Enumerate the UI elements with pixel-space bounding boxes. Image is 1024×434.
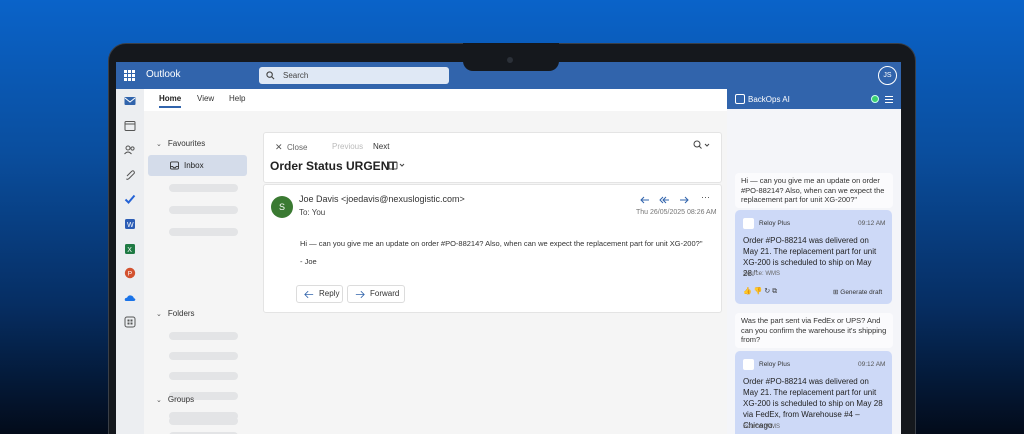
reply-icon[interactable]: [639, 194, 651, 206]
search-box[interactable]: [259, 67, 449, 84]
close-icon: ✕: [275, 142, 283, 152]
favourites-label: Favourites: [167, 139, 206, 148]
word-icon[interactable]: W: [124, 218, 136, 230]
ai-source: Source: WMS: [743, 271, 781, 277]
ai-name: Reloy Plus: [759, 361, 791, 368]
ai-response-text: Order #PO-88214 was delivered on May 21.…: [743, 377, 883, 430]
apps-icon[interactable]: [124, 316, 136, 328]
svg-text:W: W: [127, 222, 134, 229]
assistant-header: BackOps AI: [727, 89, 901, 109]
powerpoint-icon[interactable]: P: [124, 267, 136, 279]
message-header-card: ✕ Close Previous Next: [263, 132, 722, 183]
folders-header[interactable]: ⌄ Folders: [156, 309, 195, 318]
backops-logo-icon: [735, 94, 745, 104]
reply-label: Reply: [319, 289, 340, 298]
forward-icon: [355, 290, 365, 299]
groups-label: Groups: [167, 395, 195, 404]
search-input[interactable]: [283, 69, 433, 82]
tab-help[interactable]: Help: [229, 94, 245, 103]
app-title: Outlook: [146, 69, 181, 80]
ribbon-tabs: Home View Help: [144, 89, 727, 111]
message-body: Hi — can you give me an update on order …: [300, 239, 703, 248]
folder-placeholder: [169, 417, 238, 425]
generate-draft-button[interactable]: ⊞ Generate draft: [833, 288, 882, 296]
search-icon: [266, 71, 275, 80]
copy-icon[interactable]: ⧉: [772, 288, 777, 295]
svg-text:P: P: [128, 271, 132, 278]
inbox-label: Inbox: [184, 161, 204, 170]
app-rail: W X P: [116, 89, 144, 434]
todo-icon[interactable]: [124, 193, 136, 205]
refresh-icon[interactable]: ↻: [764, 288, 770, 295]
mail-icon[interactable]: [124, 95, 136, 107]
folder-placeholder: [169, 352, 238, 360]
generate-draft-label: Generate draft: [840, 289, 883, 296]
ai-response-card: Reloy Plus 09:12 AM Order #PO-88214 was …: [735, 210, 892, 304]
reading-pane: ✕ Close Previous Next Order Status URGEN…: [254, 111, 727, 434]
chevron-down-icon: ⌄: [156, 397, 162, 404]
folder-placeholder: [169, 228, 238, 236]
message-card: S Joe Davis <joedavis@nexuslogistic.com>…: [263, 184, 722, 313]
reloy-logo-icon: [743, 359, 754, 370]
groups-header[interactable]: ⌄ Groups: [156, 395, 194, 404]
attachment-icon[interactable]: [124, 169, 136, 181]
camera: [507, 57, 513, 63]
reloy-logo-icon: [743, 218, 754, 229]
previous-button[interactable]: Previous: [332, 142, 363, 151]
next-button[interactable]: Next: [373, 142, 389, 151]
forward-icon[interactable]: [678, 194, 690, 206]
folder-pane: ⌄ Favourites Inbox ⌄ Folders: [144, 111, 254, 434]
user-message: Hi — can you give me an update on order …: [735, 173, 893, 208]
laptop-notch: [463, 43, 559, 71]
folder-placeholder: [169, 332, 238, 340]
message-date: Thu 26/05/2025 08:26 AM: [636, 209, 717, 216]
folder-inbox[interactable]: Inbox: [148, 155, 247, 176]
sender-name[interactable]: Joe Davis <joedavis@nexuslogistic.com>: [299, 194, 465, 204]
folder-placeholder: [169, 184, 238, 192]
folder-placeholder: [169, 372, 238, 380]
excel-icon[interactable]: X: [124, 243, 136, 255]
label-icon[interactable]: [388, 160, 406, 171]
message-subject: Order Status URGENT: [270, 159, 397, 173]
menu-icon[interactable]: [885, 96, 893, 103]
zoom-icon[interactable]: [693, 140, 711, 150]
calendar-icon[interactable]: [124, 120, 136, 132]
ai-name: Reloy Plus: [759, 220, 791, 227]
svg-text:X: X: [127, 247, 132, 254]
outlook-window: Outlook JS W X P Home View Help ⌄ Favouri…: [116, 62, 901, 434]
forward-label: Forward: [370, 289, 400, 298]
forward-button[interactable]: Forward: [347, 285, 405, 303]
assistant-title: BackOps AI: [748, 95, 790, 104]
user-avatar[interactable]: JS: [878, 66, 897, 85]
ai-time: 09:12 AM: [858, 220, 886, 227]
ai-response-card: Reloy Plus 09:12 AM Order #PO-88214 was …: [735, 351, 892, 434]
folders-label: Folders: [167, 309, 195, 318]
ai-source: Source: WMS: [743, 424, 781, 430]
inbox-icon: [170, 161, 179, 170]
user-message: Was the part sent via FedEx or UPS? And …: [735, 313, 893, 348]
reply-all-icon[interactable]: [658, 194, 670, 206]
tab-home[interactable]: Home: [159, 94, 182, 108]
recipient: To: You: [299, 208, 326, 217]
reply-icon: [304, 290, 314, 299]
chevron-down-icon: ⌄: [156, 311, 162, 318]
thumbs-down-icon[interactable]: 👎: [754, 288, 763, 295]
status-dot: [871, 95, 879, 103]
tab-view[interactable]: View: [197, 94, 214, 103]
more-options-icon[interactable]: ···: [701, 192, 710, 202]
ai-time: 09:12 AM: [858, 361, 886, 368]
close-button[interactable]: ✕ Close: [275, 142, 307, 153]
favourites-header[interactable]: ⌄ Favourites: [156, 139, 205, 148]
reply-button[interactable]: Reply: [296, 285, 343, 303]
thumbs-up-icon[interactable]: 👍: [743, 288, 752, 295]
message-signature: - Joe: [300, 257, 317, 266]
assistant-panel: BackOps AI Hi — can you give me an updat…: [727, 89, 901, 434]
feedback-icons: 👍 👎 ↻ ⧉: [743, 287, 777, 296]
people-icon[interactable]: [124, 144, 136, 156]
folder-placeholder: [169, 206, 238, 214]
sender-avatar: S: [271, 196, 293, 218]
app-launcher-icon[interactable]: [124, 70, 135, 81]
chevron-down-icon: ⌄: [156, 141, 162, 148]
onedrive-icon[interactable]: [124, 292, 136, 304]
